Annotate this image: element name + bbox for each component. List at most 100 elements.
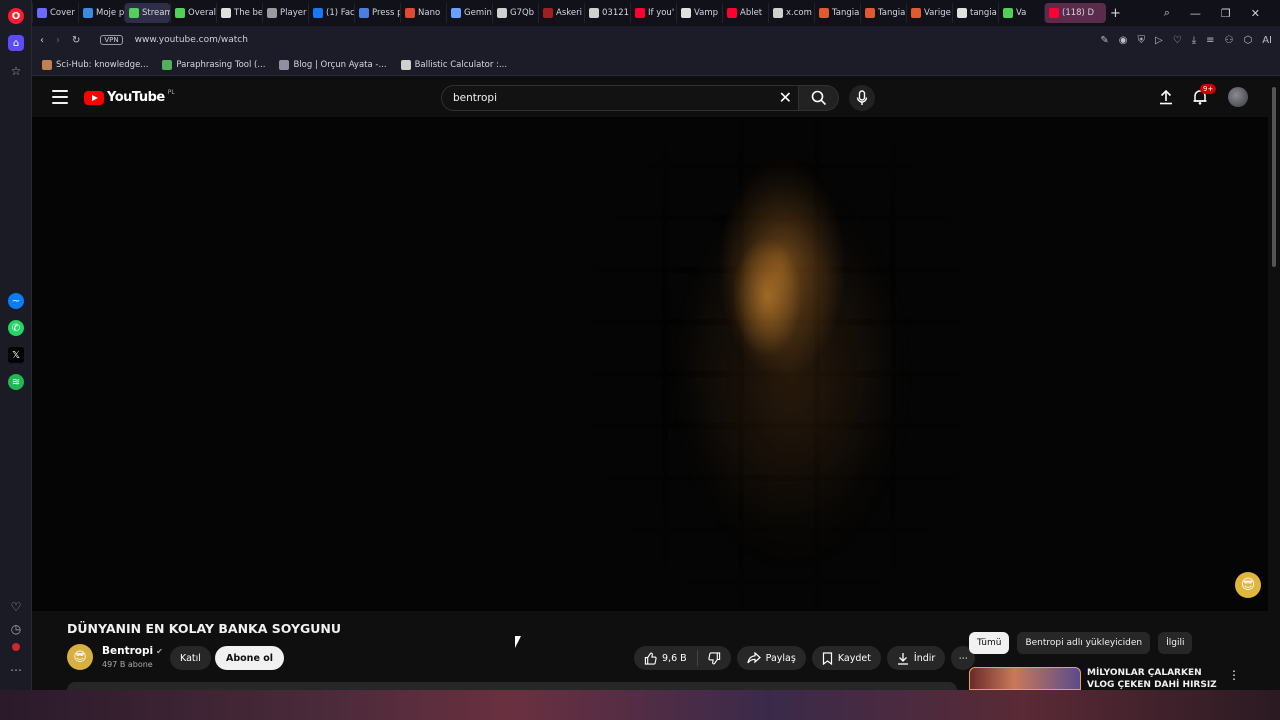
edit-icon[interactable]: ✎ <box>1100 35 1108 46</box>
opera-logo-icon[interactable]: O <box>8 8 24 24</box>
browser-tab[interactable]: (1) Fac <box>308 3 354 23</box>
download-button[interactable]: İndir <box>886 646 946 670</box>
search-tabs-icon[interactable]: ⌕ <box>1164 6 1170 20</box>
filter-chip[interactable]: Tümü <box>969 632 1010 654</box>
vpn-badge[interactable]: VPN <box>100 35 123 45</box>
browser-tab[interactable]: (118) D <box>1044 3 1106 23</box>
like-count: 9,6 B <box>662 652 687 664</box>
filter-chip[interactable]: İlgili <box>1158 632 1193 654</box>
browser-tab[interactable]: Tangia <box>814 3 860 23</box>
recommendation-thumbnail[interactable] <box>969 667 1081 690</box>
recommendation-menu-icon[interactable]: ⋮ <box>1228 668 1240 682</box>
hamburger-menu-icon[interactable] <box>52 90 68 104</box>
youtube-page: YouTube PL bentropi ✕ 9+ 😎 DÜNYANIN EN K <box>32 77 1280 690</box>
search-input[interactable]: bentropi ✕ <box>441 85 799 111</box>
close-window-icon[interactable]: ✕ <box>1251 7 1260 20</box>
browser-tab[interactable]: Gemin <box>446 3 492 23</box>
tab-favicon-icon <box>1049 8 1059 18</box>
browser-tab[interactable]: Askeri <box>538 3 584 23</box>
share-label: Paylaş <box>765 652 796 664</box>
browser-tab[interactable]: Moje p <box>78 3 124 23</box>
browser-tab[interactable]: Varige <box>906 3 952 23</box>
tab-favicon-icon <box>83 8 93 18</box>
video-player[interactable]: 😎 <box>32 117 1268 611</box>
opera-sidebar: O ⌂ ☆ ~ ✆ 𝕏 ≋ ♡ ◷ ⋯ <box>0 0 32 690</box>
bookmark-item[interactable]: Sci-Hub: knowledge... <box>42 59 148 70</box>
browser-tab[interactable]: Nano <box>400 3 446 23</box>
browser-tab[interactable]: Press p <box>354 3 400 23</box>
video-title: DÜNYANIN EN KOLAY BANKA SOYGUNU <box>67 621 342 636</box>
history-icon[interactable]: ◷ <box>8 621 24 637</box>
tab-favicon-icon <box>221 8 231 18</box>
browser-tab[interactable]: Ablet <box>722 3 768 23</box>
like-button[interactable]: 9,6 B <box>634 646 697 670</box>
search-button[interactable] <box>799 85 839 111</box>
save-button[interactable]: Kaydet <box>811 646 881 670</box>
recommendation-title[interactable]: MİLYONLAR ÇALARKEN VLOG ÇEKEN DAHİ HIRSI… <box>1087 667 1227 690</box>
new-tab-icon[interactable]: + <box>1106 3 1125 23</box>
tab-favicon-icon <box>405 8 415 18</box>
channel-name[interactable]: Bentropi ✔ <box>102 645 163 657</box>
page-scrollbar[interactable] <box>1268 77 1280 690</box>
x-icon[interactable]: 𝕏 <box>8 347 24 363</box>
browser-tab[interactable]: Cover <box>32 3 78 23</box>
browser-tab[interactable]: Overall <box>170 3 216 23</box>
description-box[interactable] <box>67 682 957 690</box>
reload-icon[interactable]: ↻ <box>72 35 80 46</box>
whatsapp-icon[interactable]: ✆ <box>8 320 24 336</box>
play-icon[interactable]: ▷ <box>1155 35 1163 46</box>
url-field[interactable]: www.youtube.com/watch <box>135 35 248 45</box>
more-icon[interactable]: ⋯ <box>8 662 24 678</box>
browser-tab[interactable]: The be <box>216 3 262 23</box>
browser-tab[interactable]: 03121 <box>584 3 630 23</box>
browser-tab[interactable]: Tangia <box>860 3 906 23</box>
tab-label: Varige <box>924 8 951 18</box>
channel-avatar[interactable]: 😎 <box>67 644 93 670</box>
camera-icon[interactable]: ◉ <box>1119 35 1128 46</box>
download-icon[interactable]: ⤓ <box>1192 35 1196 46</box>
shield-icon[interactable]: ⛨ <box>1138 35 1146 46</box>
tab-favicon-icon <box>1003 8 1013 18</box>
tab-label: Nano <box>418 8 441 18</box>
account-icon[interactable]: ⚇ <box>1225 35 1234 46</box>
dislike-button[interactable] <box>698 646 731 670</box>
browser-tab[interactable]: Player <box>262 3 308 23</box>
record-icon[interactable] <box>12 643 20 651</box>
sunglasses-emoji-icon[interactable]: 😎 <box>1235 572 1261 598</box>
verified-icon: ✔ <box>156 646 163 656</box>
voice-search-button[interactable] <box>849 85 875 111</box>
subscribe-button[interactable]: Abone ol <box>215 646 284 670</box>
minimize-icon[interactable]: — <box>1190 7 1201 20</box>
bookmark-item[interactable]: Paraphrasing Tool (... <box>162 59 265 70</box>
ai-button[interactable]: AI <box>1262 35 1272 46</box>
browser-tab[interactable]: Stream <box>124 3 170 23</box>
messenger-icon[interactable]: ~ <box>8 293 24 309</box>
browser-tab[interactable]: x.com <box>768 3 814 23</box>
restore-icon[interactable]: ❐ <box>1221 7 1231 20</box>
browser-tab[interactable]: If you' <box>630 3 676 23</box>
browser-tab[interactable]: G7Qb <box>492 3 538 23</box>
browser-tab[interactable]: Vamp <box>676 3 722 23</box>
upload-icon[interactable] <box>1158 89 1174 105</box>
star-icon[interactable]: ☆ <box>8 63 24 79</box>
menu-lines-icon[interactable]: ≡ <box>1206 35 1214 46</box>
clear-search-icon[interactable]: ✕ <box>779 89 792 107</box>
extension-icon[interactable]: ⬡ <box>1243 35 1252 46</box>
join-button[interactable]: Katıl <box>170 646 211 670</box>
user-avatar[interactable] <box>1228 87 1248 107</box>
spotify-icon[interactable]: ≋ <box>8 374 24 390</box>
bookmark-item[interactable]: Ballistic Calculator :... <box>400 59 507 70</box>
filter-chip[interactable]: Bentropi adlı yükleyiciden <box>1017 632 1151 654</box>
share-button[interactable]: Paylaş <box>736 646 806 670</box>
back-icon[interactable]: ‹ <box>40 35 44 46</box>
browser-tab[interactable]: tangia <box>952 3 998 23</box>
bookmark-item[interactable]: Blog | Orçun Ayata -... <box>279 59 387 70</box>
home-icon[interactable]: ⌂ <box>8 35 24 51</box>
youtube-logo[interactable]: YouTube PL <box>84 89 175 105</box>
scrollbar-thumb[interactable] <box>1272 87 1276 267</box>
tab-label: Cover <box>50 8 75 18</box>
bookmark-heart-icon[interactable]: ♡ <box>1173 35 1182 46</box>
forward-icon[interactable]: › <box>56 35 60 46</box>
heart-icon[interactable]: ♡ <box>8 599 24 615</box>
browser-tab[interactable]: Va <box>998 3 1044 23</box>
